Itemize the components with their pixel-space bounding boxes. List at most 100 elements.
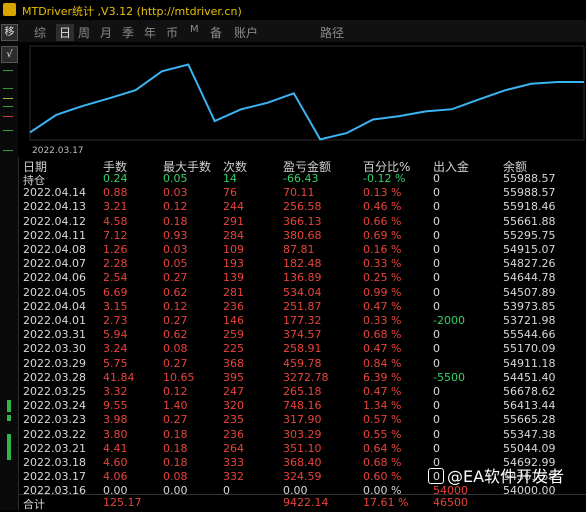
table-row[interactable]: 2022.03.22 3.80 0.18 236 303.29 0.55 % 0 55347.… <box>18 428 586 442</box>
app-logo-icon <box>3 3 16 16</box>
table-cell: 0 <box>433 257 440 271</box>
table-cell: 291 <box>223 214 244 228</box>
table-cell: 14 <box>223 172 237 185</box>
tab-8[interactable]: 备 <box>210 24 222 41</box>
table-cell: 395 <box>223 370 244 384</box>
table-row[interactable]: 2022.04.13 3.21 0.12 244 256.58 0.46 % 0 55918.… <box>18 200 586 214</box>
table-cell: 0.18 <box>163 427 188 441</box>
table-row[interactable]: 2022.03.23 3.98 0.27 235 317.90 0.57 % 0 55665.… <box>18 413 586 427</box>
table-cell: 0 <box>433 299 440 313</box>
table-row[interactable]: 2022.04.06 2.54 0.27 139 136.89 0.25 % 0 54644.… <box>18 271 586 285</box>
table-cell: 320 <box>223 399 244 413</box>
table-cell: 2022.03.21 <box>23 441 86 455</box>
table-cell: 0 <box>433 243 440 256</box>
table-row[interactable]: 2022.03.31 5.94 0.62 259 374.57 0.68 % 0 55544.… <box>18 328 586 342</box>
table-cell: 225 <box>223 342 244 356</box>
table-cell: 41.84 <box>103 370 135 384</box>
table-cell: 3272.78 <box>283 370 329 384</box>
table-cell: 70.11 <box>283 186 315 200</box>
confirm-button[interactable]: √ <box>1 46 18 63</box>
table-cell: 136.89 <box>283 271 322 285</box>
table-cell: 2022.03.29 <box>23 356 86 370</box>
position-row[interactable]: 持仓 0.24 0.05 14 -66.43 -0.12 % 0 55988.57 <box>18 172 586 187</box>
table-cell: 0.55 % <box>363 427 402 441</box>
table-cell: 54507.89 <box>503 285 556 299</box>
table-cell: 0.24 <box>103 172 128 185</box>
table-cell: 0.12 <box>163 385 188 398</box>
tab-3[interactable]: 月 <box>100 24 112 41</box>
table-cell: 0.13 % <box>363 186 402 200</box>
table-row[interactable]: 2022.03.24 9.55 1.40 320 748.16 1.34 % 0 56413.… <box>18 399 586 413</box>
table-row[interactable]: 2022.04.14 0.88 0.03 76 70.11 0.13 % 0 55988.57 <box>18 186 586 200</box>
tab-0[interactable]: 综 <box>34 24 46 41</box>
table-cell: 0 <box>433 214 440 228</box>
table-row[interactable]: 2022.03.29 5.75 0.27 368 459.78 0.84 % 0 54911.… <box>18 357 586 371</box>
table-cell: 54451.40 <box>503 370 556 384</box>
table-cell: 2022.03.22 <box>23 427 86 441</box>
table-cell: 3.21 <box>103 200 128 214</box>
tab-2[interactable]: 周 <box>78 24 90 41</box>
move-button[interactable]: 移 <box>1 24 18 41</box>
balance-chart: 2022.03.17 <box>18 42 586 157</box>
table-cell: 2022.04.01 <box>23 314 86 327</box>
table-cell: 53721.98 <box>503 314 556 327</box>
table-cell: 1.34 % <box>363 399 402 413</box>
tab-bar: 综日周月季年币 M 备账户 路径 <box>18 20 586 43</box>
table-cell: 1.26 <box>103 243 128 256</box>
table-row[interactable]: 2022.03.25 3.32 0.12 247 265.18 0.47 % 0 56678.… <box>18 385 586 399</box>
table-cell: 0 <box>433 328 440 342</box>
table-row[interactable]: 2022.04.12 4.58 0.18 291 366.13 0.66 % 0 55661.… <box>18 215 586 229</box>
table-cell: 0 <box>433 385 440 398</box>
table-cell: 2022.04.05 <box>23 285 86 299</box>
table-cell: 54911.18 <box>503 356 556 370</box>
table-cell: 55661.88 <box>503 214 556 228</box>
table-cell: 317.90 <box>283 413 322 427</box>
table-row[interactable]: 2022.04.08 1.26 0.03 109 87.81 0.16 % 0 54915.0… <box>18 243 586 257</box>
table-cell: 2022.03.17 <box>23 470 86 484</box>
table-row[interactable]: 2022.04.01 2.73 0.27 146 177.32 0.33 % -2000 53… <box>18 314 586 328</box>
table-row[interactable]: 2022.04.05 6.69 0.62 281 534.04 0.99 % 0 54507.… <box>18 286 586 300</box>
table-cell: 0 <box>433 413 440 427</box>
table-cell: 748.16 <box>283 399 322 413</box>
table-cell: 374.57 <box>283 328 322 342</box>
strip-marker <box>3 150 13 151</box>
left-strip-markers <box>0 70 18 500</box>
table-cell: 54644.78 <box>503 271 556 285</box>
table-cell: 247 <box>223 385 244 398</box>
table-cell: 0.33 % <box>363 314 402 327</box>
table-row[interactable]: 2022.04.11 7.12 0.93 284 380.68 0.69 % 0 55295.… <box>18 229 586 243</box>
table-cell: 0.93 <box>163 228 188 242</box>
tab-9[interactable]: 账户 <box>234 24 258 41</box>
table-row[interactable]: 2022.03.30 3.24 0.08 225 258.91 0.47 % 0 55170.… <box>18 342 586 356</box>
table-cell: 0.60 % <box>363 470 402 484</box>
table-cell: 55044.09 <box>503 441 556 455</box>
table-cell: 3.32 <box>103 385 128 398</box>
table-cell: 236 <box>223 427 244 441</box>
watermark-text: @EA软件开发者 <box>447 467 565 486</box>
tab-5[interactable]: 年 <box>144 24 156 41</box>
tab-7[interactable]: M <box>190 24 199 35</box>
tab-1[interactable]: 日 <box>56 24 75 41</box>
tab-10[interactable]: 路径 <box>320 24 344 41</box>
table-cell: 7.12 <box>103 228 128 242</box>
table-cell: 0.33 % <box>363 257 402 271</box>
table-cell: 2022.04.14 <box>23 186 86 200</box>
table-cell: 235 <box>223 413 244 427</box>
table-cell: 351.10 <box>283 441 322 455</box>
table-cell: 2022.04.12 <box>23 214 86 228</box>
table-row[interactable]: 2022.03.28 41.84 10.65 395 3272.78 6.39 % -550… <box>18 371 586 385</box>
table-cell: 2.73 <box>103 314 128 327</box>
table-row[interactable]: 2022.03.21 4.41 0.18 264 351.10 0.64 % 0 55044.… <box>18 442 586 456</box>
table-cell: 10.65 <box>163 370 195 384</box>
table-cell: 4.41 <box>103 441 128 455</box>
table-row[interactable]: 2022.04.07 2.28 0.05 193 182.48 0.33 % 0 54827.… <box>18 257 586 271</box>
tab-4[interactable]: 季 <box>122 24 134 41</box>
table-cell: 3.15 <box>103 299 128 313</box>
table-row[interactable]: 2022.04.04 3.15 0.12 236 251.87 0.47 % 0 53973.… <box>18 300 586 314</box>
strip-marker <box>3 88 13 89</box>
table-cell: 368.40 <box>283 456 322 469</box>
tab-6[interactable]: 币 <box>166 24 178 41</box>
table-cell: 177.32 <box>283 314 322 327</box>
table-cell: 0.03 <box>163 243 188 256</box>
table-cell: 256.58 <box>283 200 322 214</box>
